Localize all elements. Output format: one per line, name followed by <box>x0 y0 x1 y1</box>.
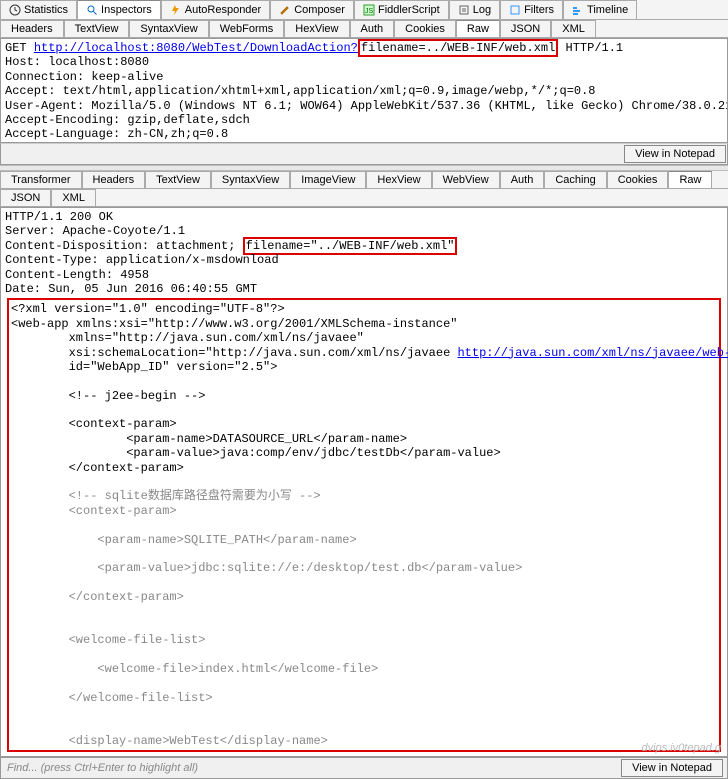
request-tab-headers[interactable]: Headers <box>0 20 64 37</box>
response-tab-hexview[interactable]: HexView <box>366 171 431 188</box>
response-tab-xml[interactable]: XML <box>51 189 96 206</box>
response-text[interactable]: HTTP/1.1 200 OK Server: Apache-Coyote/1.… <box>1 208 727 756</box>
request-tab-textview[interactable]: TextView <box>64 20 130 37</box>
tab-autoresponder[interactable]: AutoResponder <box>161 0 270 19</box>
request-tab-json[interactable]: JSON <box>500 20 551 37</box>
tab-label: Composer <box>294 4 345 16</box>
request-raw-pane: GET http://localhost:8080/WebTest/Downlo… <box>0 38 728 143</box>
tab-timeline[interactable]: Timeline <box>563 0 637 19</box>
request-headers: Host: localhost:8080 Connection: keep-al… <box>5 55 728 141</box>
response-tab-imageview[interactable]: ImageView <box>290 171 366 188</box>
script-icon: JS <box>363 4 375 16</box>
tab-inspectors[interactable]: Inspectors <box>77 0 161 19</box>
webapp-open: <web-app xmlns:xsi="http://www.w3.org/20… <box>11 317 457 360</box>
tab-label: Timeline <box>587 4 628 16</box>
response-tab-bar-1: TransformerHeadersTextViewSyntaxViewImag… <box>0 171 728 189</box>
tab-fiddlerscript[interactable]: JS FiddlerScript <box>354 0 449 19</box>
request-method: GET <box>5 41 27 55</box>
tab-composer[interactable]: Composer <box>270 0 354 19</box>
tab-label: Filters <box>524 4 554 16</box>
request-tab-cookies[interactable]: Cookies <box>394 20 456 37</box>
response-raw-pane: HTTP/1.1 200 OK Server: Apache-Coyote/1.… <box>0 207 728 757</box>
tab-label: FiddlerScript <box>378 4 440 16</box>
response-headers-rest: Content-Type: application/x-msdownload C… <box>5 253 279 296</box>
tab-label: AutoResponder <box>185 4 261 16</box>
xml-body-gray: <!-- sqlite数据库路径盘符需要为小写 --> <context-par… <box>11 489 522 748</box>
tab-label: Log <box>473 4 491 16</box>
request-text[interactable]: GET http://localhost:8080/WebTest/Downlo… <box>1 39 727 143</box>
svg-text:JS: JS <box>365 8 374 15</box>
xml-body: <!-- j2ee-begin --> <context-param> <par… <box>11 389 501 475</box>
request-footer: View in Notepad <box>0 143 728 165</box>
request-tab-xml[interactable]: XML <box>551 20 596 37</box>
find-input[interactable]: Find... (press Ctrl+Enter to highlight a… <box>5 760 621 776</box>
response-status: HTTP/1.1 200 OK Server: Apache-Coyote/1.… <box>5 210 185 238</box>
request-tab-bar: HeadersTextViewSyntaxViewWebFormsHexView… <box>0 20 728 38</box>
tab-filters[interactable]: Filters <box>500 0 563 19</box>
content-disposition-highlight: filename="../WEB-INF/web.xml" <box>243 237 458 255</box>
response-tab-textview[interactable]: TextView <box>145 171 211 188</box>
schema-link[interactable]: http://java.sun.com/xml/ns/javaee/web-ap… <box>457 346 728 360</box>
response-tab-headers[interactable]: Headers <box>82 171 146 188</box>
tab-label: Inspectors <box>101 4 152 16</box>
response-tab-syntaxview[interactable]: SyntaxView <box>211 171 290 188</box>
response-tab-raw[interactable]: Raw <box>668 171 712 188</box>
tab-statistics[interactable]: Statistics <box>0 0 77 19</box>
response-tab-auth[interactable]: Auth <box>500 171 545 188</box>
log-icon <box>458 4 470 16</box>
response-tab-caching[interactable]: Caching <box>544 171 606 188</box>
response-tab-json[interactable]: JSON <box>0 189 51 206</box>
top-tab-bar: Statistics Inspectors AutoResponder Comp… <box>0 0 728 20</box>
request-tab-raw[interactable]: Raw <box>456 20 500 37</box>
request-filename-highlight: filename=../WEB-INF/web.xml <box>358 39 558 57</box>
view-in-notepad-button[interactable]: View in Notepad <box>624 145 726 163</box>
content-disposition-prefix: Content-Disposition: attachment; <box>5 239 243 253</box>
request-tab-webforms[interactable]: WebForms <box>209 20 285 37</box>
response-tab-webview[interactable]: WebView <box>432 171 500 188</box>
request-url-link[interactable]: http://localhost:8080/WebTest/DownloadAc… <box>34 41 358 55</box>
tab-log[interactable]: Log <box>449 0 500 19</box>
http-version: HTTP/1.1 <box>558 41 623 55</box>
magnifier-icon <box>86 4 98 16</box>
xml-body-highlight: <?xml version="1.0" encoding="UTF-8"?> <… <box>7 298 721 752</box>
request-tab-hexview[interactable]: HexView <box>284 20 349 37</box>
request-tab-auth[interactable]: Auth <box>350 20 395 37</box>
lightning-icon <box>170 4 182 16</box>
response-tab-bar-2: JSONXML <box>0 189 728 207</box>
tab-label: Statistics <box>24 4 68 16</box>
view-in-notepad-button-2[interactable]: View in Notepad <box>621 759 723 777</box>
xml-declaration: <?xml version="1.0" encoding="UTF-8"?> <box>11 302 285 316</box>
find-bar: Find... (press Ctrl+Enter to highlight a… <box>0 757 728 779</box>
request-tab-syntaxview[interactable]: SyntaxView <box>129 20 208 37</box>
filter-icon <box>509 4 521 16</box>
pencil-icon <box>279 4 291 16</box>
response-tab-transformer[interactable]: Transformer <box>0 171 82 188</box>
timeline-icon <box>572 4 584 16</box>
clock-icon <box>9 4 21 16</box>
response-tab-cookies[interactable]: Cookies <box>607 171 669 188</box>
